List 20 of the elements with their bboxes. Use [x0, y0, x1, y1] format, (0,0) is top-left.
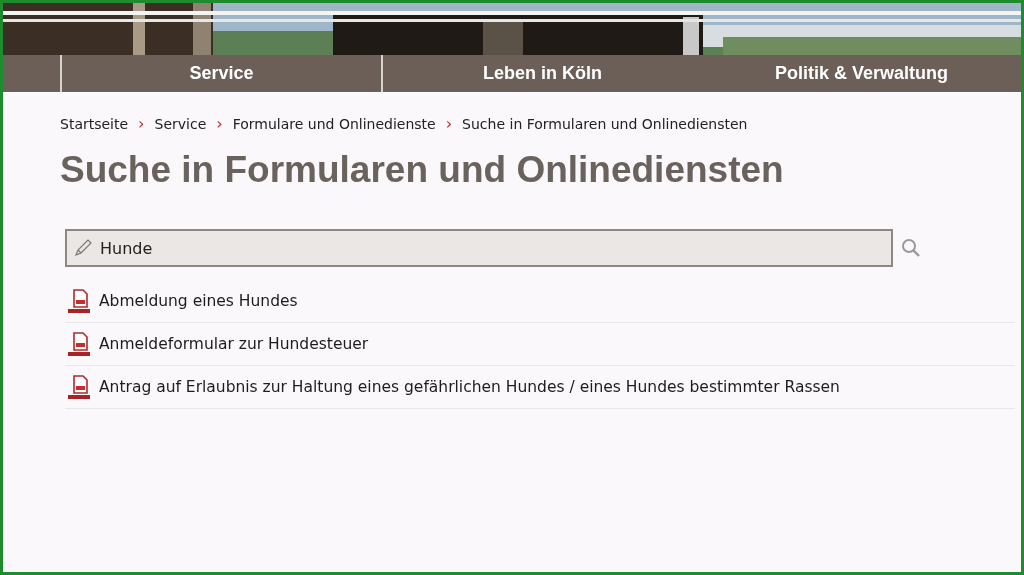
- result-link[interactable]: Anmeldeformular zur Hundesteuer: [99, 335, 369, 353]
- breadcrumb-link[interactable]: Service: [154, 115, 207, 132]
- nav-link[interactable]: Leben in Köln: [381, 55, 702, 92]
- search-field[interactable]: Hunde: [65, 229, 893, 267]
- breadcrumb-link[interactable]: Suche in Formularen und Onlinediensten: [462, 115, 748, 132]
- result-link[interactable]: Antrag auf Erlaubnis zur Haltung eines gefährlichen Hundes / eines Hundes bestimmter Rassen: [99, 378, 840, 396]
- breadcrumb-link[interactable]: Startseite: [60, 115, 129, 132]
- pencil-icon: [73, 238, 93, 258]
- form-document-icon: [65, 373, 93, 401]
- form-document-icon: [65, 287, 93, 315]
- page-title: Suche in Formularen und Onlinediensten: [60, 149, 784, 191]
- breadcrumb-separator: ›: [138, 114, 145, 133]
- search-icon[interactable]: [901, 238, 921, 258]
- form-document-icon: [65, 330, 93, 358]
- nav-link[interactable]: Service: [60, 55, 381, 92]
- breadcrumb-separator: ›: [216, 114, 223, 133]
- breadcrumb-separator: ›: [445, 114, 453, 133]
- result-link[interactable]: Abmeldung eines Hundes: [99, 292, 298, 310]
- breadcrumb-link[interactable]: Formulare und Onlinedienste: [232, 115, 436, 132]
- nav-link[interactable]: Politik & Verwaltung: [702, 55, 1021, 92]
